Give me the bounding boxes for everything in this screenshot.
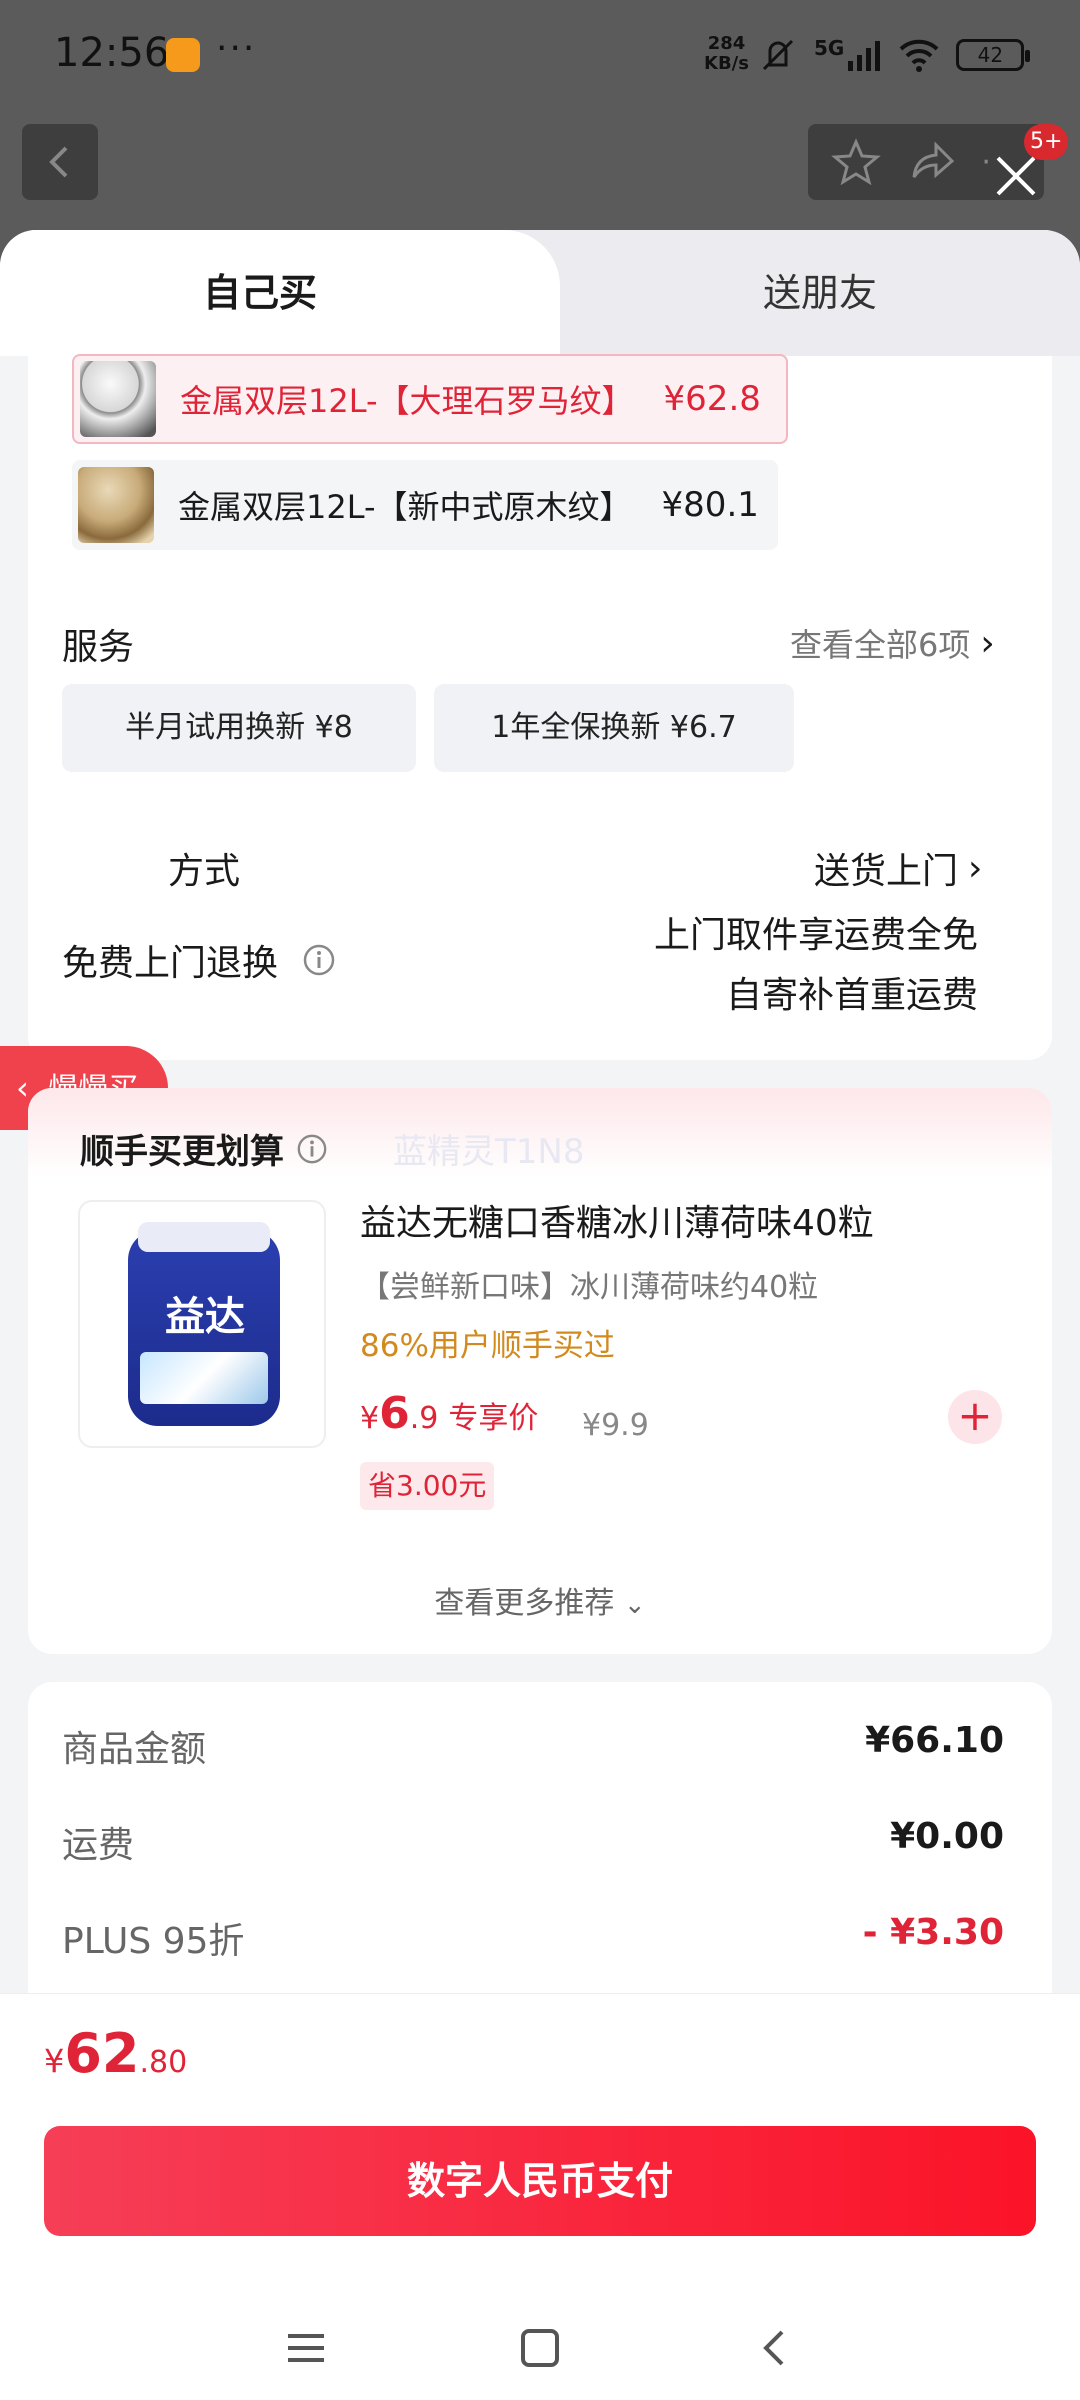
chevron-down-icon: ⌄ bbox=[623, 1590, 646, 1620]
service-label: 服务 bbox=[62, 627, 135, 668]
addon-title: 顺手买更划算 bbox=[80, 1132, 284, 1172]
return-detail: 上门取件享运费全免 自寄补首重运费 bbox=[654, 906, 978, 1026]
status-more: ··· bbox=[216, 28, 257, 69]
total-price: ¥62.80 bbox=[44, 2022, 187, 2085]
summary-row: 商品金额 ¥66.10 bbox=[62, 1720, 1004, 1772]
checkout-bar: ¥62.80 数字人民币支付 bbox=[0, 1993, 1080, 2400]
product-original-price: ¥9.9 bbox=[582, 1408, 649, 1443]
service-option-warranty[interactable]: 1年全保换新 ¥6.7 bbox=[434, 684, 794, 772]
product-image[interactable]: 益达 bbox=[78, 1200, 326, 1448]
product-subtitle: 【尝鲜新口味】冰川薄荷味约40粒 bbox=[360, 1270, 819, 1305]
return-label: 免费上门退换 bbox=[62, 943, 279, 984]
buy-tabs: 送朋友 自己买 bbox=[0, 230, 1080, 356]
status-icons: 5G 42 bbox=[758, 30, 1031, 80]
share-icon[interactable] bbox=[906, 137, 956, 187]
product-save-badge: 省3.00元 bbox=[360, 1462, 495, 1510]
more-recommendations-label: 查看更多推荐 bbox=[434, 1586, 615, 1621]
product-bought-rate: 86%用户顺手买过 bbox=[360, 1328, 615, 1364]
star-icon[interactable] bbox=[830, 137, 881, 187]
product-price: ¥6.9 专享价 bbox=[360, 1388, 538, 1439]
net-speed-value: 284 bbox=[707, 33, 746, 54]
product-jar-cap bbox=[138, 1222, 270, 1252]
return-label-row: 免费上门退换 bbox=[62, 934, 336, 986]
summary-label: 运费 bbox=[62, 1825, 135, 1866]
info-icon[interactable] bbox=[302, 943, 336, 977]
tab-send-friend[interactable]: 送朋友 bbox=[560, 230, 1080, 356]
variant-name: 金属双层12L-【大理石罗马纹】 bbox=[180, 382, 634, 420]
menu-icon[interactable] bbox=[284, 2328, 328, 2368]
status-time: 12:56 bbox=[54, 30, 170, 76]
price-tag: 专享价 bbox=[448, 1401, 539, 1436]
wifi-icon bbox=[899, 39, 939, 72]
summary-value: ¥66.10 bbox=[865, 1720, 1004, 1761]
summary-label: PLUS 95折 bbox=[62, 1921, 245, 1962]
return-detail-line1: 上门取件享运费全免 bbox=[653, 915, 978, 956]
add-product-button[interactable]: + bbox=[948, 1390, 1002, 1444]
signal-icon bbox=[848, 41, 881, 71]
product-ice-graphic bbox=[140, 1352, 268, 1404]
tab-buy-self[interactable]: 自己买 bbox=[0, 230, 560, 356]
net-speed-unit: KB/s bbox=[704, 53, 749, 74]
addon-title-row: 顺手买更划算 bbox=[80, 1124, 328, 1173]
summary-value: - ¥3.30 bbox=[862, 1912, 1004, 1953]
info-icon[interactable] bbox=[296, 1133, 328, 1165]
chevron-left-icon: ‹ bbox=[16, 1069, 29, 1107]
app-notification-icon bbox=[166, 38, 200, 72]
pay-button[interactable]: 数字人民币支付 bbox=[44, 2126, 1036, 2236]
status-bar: 12:56 ··· 284 KB/s 5G 42 bbox=[0, 0, 1080, 108]
variant-option[interactable]: 金属双层12L-【新中式原木纹】 ¥80.1 bbox=[72, 460, 778, 550]
network-type: 5G bbox=[814, 36, 845, 60]
summary-value: ¥0.00 bbox=[890, 1816, 1004, 1857]
variant-thumbnail bbox=[80, 361, 156, 437]
battery-icon: 42 bbox=[956, 39, 1031, 71]
delivery-method[interactable]: 送货上门 › bbox=[814, 842, 982, 894]
total-integer: 62 bbox=[64, 2022, 140, 2085]
variant-option-selected[interactable]: 金属双层12L-【大理石罗马纹】 ¥62.8 bbox=[72, 354, 788, 444]
chevron-right-icon: › bbox=[980, 622, 995, 664]
total-currency: ¥ bbox=[44, 2042, 65, 2080]
home-icon[interactable] bbox=[518, 2326, 562, 2370]
service-view-all[interactable]: 查看全部6项 › bbox=[790, 620, 995, 666]
nav-back-icon[interactable] bbox=[752, 2326, 796, 2370]
delivery-label: 方式 bbox=[168, 851, 241, 892]
price-summary-card: 商品金额 ¥66.10 运费 ¥0.00 PLUS 95折 - ¥3.30 bbox=[28, 1682, 1052, 2022]
product-brand-logo: 益达 bbox=[165, 1294, 245, 1340]
service-view-all-label: 查看全部6项 bbox=[790, 626, 971, 664]
chevron-right-icon: › bbox=[968, 847, 983, 889]
summary-label: 商品金额 bbox=[62, 1729, 207, 1770]
price-decimal: .9 bbox=[409, 1401, 439, 1436]
delivery-value: 送货上门 bbox=[814, 851, 959, 892]
total-decimal: .80 bbox=[139, 2045, 188, 2080]
service-option-trial[interactable]: 半月试用换新 ¥8 bbox=[62, 684, 416, 772]
order-options-card: 金属双层12L-【大理石罗马纹】 ¥62.8 金属双层12L-【新中式原木纹】 … bbox=[28, 354, 1052, 1060]
summary-row: PLUS 95折 - ¥3.30 bbox=[62, 1912, 1004, 1964]
price-currency: ¥ bbox=[360, 1401, 380, 1436]
net-speed: 284 KB/s bbox=[704, 34, 749, 74]
variant-thumbnail bbox=[78, 467, 154, 543]
return-detail-line2: 自寄补首重运费 bbox=[725, 975, 978, 1016]
close-icon[interactable] bbox=[986, 146, 1046, 206]
page-back-button[interactable] bbox=[22, 124, 98, 200]
variant-price: ¥80.1 bbox=[661, 485, 759, 525]
more-recommendations[interactable]: 查看更多推荐 ⌄ bbox=[28, 1578, 1052, 1622]
back-icon bbox=[49, 146, 68, 178]
plus-icon: + bbox=[957, 1391, 993, 1440]
summary-row: 运费 ¥0.00 bbox=[62, 1816, 1004, 1868]
addon-card: 顺手买更划算 蓝精灵T1N8 益达 益达无糖口香糖冰川薄荷味40粒 【尝鲜新口味… bbox=[28, 1088, 1052, 1654]
variant-price: ¥62.8 bbox=[663, 379, 761, 419]
watermark: 蓝精灵T1N8 bbox=[393, 1132, 585, 1172]
variant-name: 金属双层12L-【新中式原木纹】 bbox=[178, 488, 632, 526]
product-title[interactable]: 益达无糖口香糖冰川薄荷味40粒 bbox=[360, 1194, 874, 1246]
price-integer: 6 bbox=[379, 1388, 410, 1439]
mute-icon bbox=[762, 39, 794, 71]
system-nav-bar bbox=[0, 2294, 1080, 2400]
